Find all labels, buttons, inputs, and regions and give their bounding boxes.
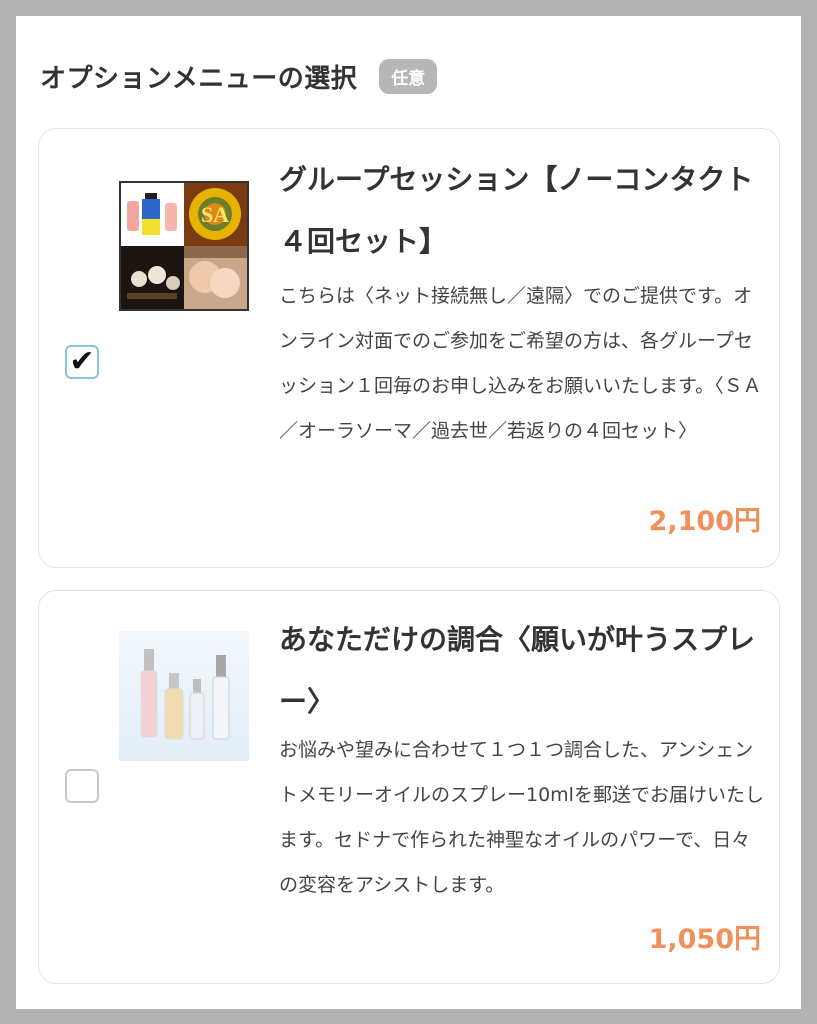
option-checkbox-spray[interactable] <box>65 769 99 803</box>
optional-badge: 任意 <box>379 58 438 94</box>
option-checkbox-group-session[interactable]: ✔ <box>65 345 99 379</box>
option-card-group-session[interactable]: ✔ SA グループセッション【ノーコンタクト４回セット】 こちらは〈ネット接続無… <box>38 128 780 568</box>
option-title: グループセッション【ノーコンタクト４回セット】 <box>279 163 754 258</box>
option-title: あなただけの調合〈願いが叶うスプレー〉 <box>279 623 756 718</box>
checkmark-icon: ✔ <box>69 344 95 379</box>
option-description: こちらは〈ネット接続無し／遠隔〉でのご提供です。オンライン対面でのご参加をご希望… <box>279 285 762 442</box>
option-menu-panel: オプションメニューの選択 任意 ✔ SA グループセッション【ノーコンタクト４回… <box>16 16 801 1009</box>
option-card-spray[interactable]: あなただけの調合〈願いが叶うスプレー〉 お悩みや望みに合わせて１つ１つ調合した、… <box>38 590 780 984</box>
product-image-group-session: SA <box>119 181 249 311</box>
option-price: 2,100円 <box>648 506 761 537</box>
option-description: お悩みや望みに合わせて１つ１つ調合した、アンシェントメモリーオイルのスプレー10… <box>279 739 764 896</box>
section-title: オプションメニューの選択 <box>40 63 358 94</box>
sa-logo-text: SA <box>201 202 229 227</box>
section-header: オプションメニューの選択 任意 <box>40 56 438 96</box>
option-price: 1,050円 <box>648 924 761 955</box>
product-image-spray <box>119 631 249 761</box>
